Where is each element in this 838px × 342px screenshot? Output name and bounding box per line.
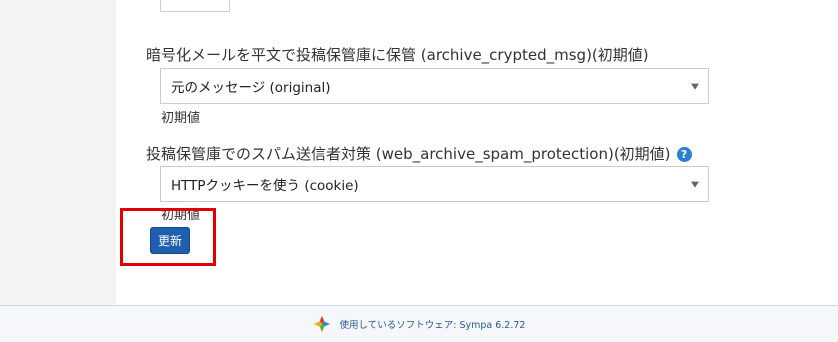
spam-protection-label-row: 投稿保管庫でのスパム送信者対策 (web_archive_spam_protec… (146, 143, 692, 164)
sympa-logo-icon (313, 315, 330, 333)
highlight-box (120, 208, 216, 266)
help-icon[interactable]: ? (676, 147, 692, 162)
archive-crypted-hint: 初期値 (161, 111, 201, 126)
previous-input-field[interactable] (160, 0, 230, 12)
dropdown-arrow-icon (691, 83, 699, 90)
footer: 使用しているソフトウェア: Sympa 6.2.72 (0, 305, 838, 342)
archive-crypted-select[interactable]: 元のメッセージ (original) (160, 68, 709, 104)
spam-protection-selected-value: HTTPクッキーを使う (cookie) (171, 178, 359, 194)
footer-text: 使用しているソフトウェア: Sympa 6.2.72 (339, 320, 526, 331)
dropdown-arrow-icon (691, 181, 699, 188)
spam-protection-select[interactable]: HTTPクッキーを使う (cookie) (160, 166, 709, 202)
archive-crypted-label: 暗号化メールを平文で投稿保管庫に保管 (archive_crypted_msg)… (146, 46, 649, 64)
spam-protection-label: 投稿保管庫でのスパム送信者対策 (web_archive_spam_protec… (146, 145, 671, 163)
archive-crypted-selected-value: 元のメッセージ (original) (171, 80, 331, 96)
